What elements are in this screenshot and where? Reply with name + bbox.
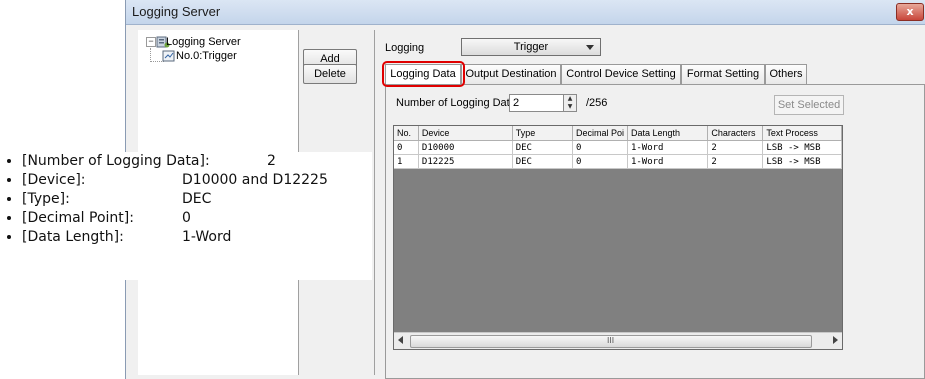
col-header-characters[interactable]: Characters xyxy=(707,126,764,141)
close-button[interactable]: x xyxy=(896,3,924,21)
grid-table: No. Device Type Decimal Poi Data Length … xyxy=(394,126,842,169)
col-header-type[interactable]: Type xyxy=(512,126,573,141)
annotation-notes: [Number of Logging Data]: 2 [Device]: D1… xyxy=(0,152,372,280)
tab-others[interactable]: Others xyxy=(765,64,807,84)
cell-data-length[interactable]: 1-Word xyxy=(627,140,709,155)
cell-decimal-point[interactable]: 0 xyxy=(572,140,628,155)
tree-label-logging-server: Logging Server xyxy=(166,36,241,48)
stepper-up-icon[interactable]: ▲ xyxy=(564,95,576,103)
chevron-down-icon xyxy=(586,45,594,50)
divider xyxy=(374,30,375,375)
tab-highlight-annotation xyxy=(382,61,465,87)
cell-text-process[interactable]: LSB -> MSB xyxy=(762,140,842,155)
col-header-device[interactable]: Device xyxy=(418,126,513,141)
cell-type[interactable]: DEC xyxy=(512,140,573,155)
list-item: [Data Length]: 1-Word xyxy=(22,228,372,247)
cell-decimal-point[interactable]: 0 xyxy=(572,154,628,169)
col-header-data-length[interactable]: Data Length xyxy=(627,126,709,141)
count-stepper[interactable]: ▲ ▼ xyxy=(563,94,577,112)
note-value: D10000 and D12225 xyxy=(182,172,328,188)
tree-connector xyxy=(150,48,151,62)
note-value: 1-Word xyxy=(182,229,232,245)
count-max: /256 xyxy=(586,97,608,109)
logging-item-icon xyxy=(162,50,175,62)
col-header-text-process[interactable]: Text Process xyxy=(762,126,842,141)
tab-format-setting[interactable]: Format Setting xyxy=(681,64,765,84)
delete-button[interactable]: Delete xyxy=(303,64,357,84)
list-item: [Type]: DEC xyxy=(22,190,372,209)
list-item: [Decimal Point]: 0 xyxy=(22,209,372,228)
settings-bullet-list: [Number of Logging Data]: 2 [Device]: D1… xyxy=(0,152,372,247)
logging-mode-select[interactable]: Trigger xyxy=(461,38,601,56)
col-header-no[interactable]: No. xyxy=(394,126,419,141)
count-label: Number of Logging Data xyxy=(396,97,516,109)
note-value: 0 xyxy=(182,210,191,226)
note-value: 2 xyxy=(267,153,276,169)
logging-count-input[interactable]: 2 xyxy=(509,94,564,112)
tab-control-device-setting[interactable]: Control Device Setting xyxy=(561,64,681,84)
cell-no[interactable]: 0 xyxy=(394,140,419,155)
note-key: [Type]: xyxy=(22,191,70,207)
cell-characters[interactable]: 2 xyxy=(707,140,764,155)
cell-no[interactable]: 1 xyxy=(394,154,419,169)
note-key: [Decimal Point]: xyxy=(22,210,134,226)
window-title: Logging Server xyxy=(132,4,221,19)
collapse-icon[interactable]: − xyxy=(146,37,156,47)
cell-type[interactable]: DEC xyxy=(512,154,573,169)
cell-device[interactable]: D10000 xyxy=(418,140,513,155)
scroll-thumb[interactable]: III xyxy=(410,335,812,348)
logging-mode-value: Trigger xyxy=(513,41,549,53)
set-selected-button[interactable]: Set Selected xyxy=(774,95,844,115)
table-row[interactable]: 1 D12225 DEC 0 1-Word 2 LSB -> MSB xyxy=(394,154,842,169)
grid-header-row: No. Device Type Decimal Poi Data Length … xyxy=(394,126,842,141)
scroll-grip: III xyxy=(607,336,615,345)
logging-data-grid[interactable]: No. Device Type Decimal Poi Data Length … xyxy=(393,125,843,350)
note-value: DEC xyxy=(182,191,212,207)
stepper-down-icon[interactable]: ▼ xyxy=(564,103,576,111)
col-header-decimal-point[interactable]: Decimal Poi xyxy=(572,126,628,141)
logging-label: Logging xyxy=(385,42,425,54)
title-bar: Logging Server x xyxy=(126,0,925,25)
note-key: [Number of Logging Data]: xyxy=(22,153,210,169)
scroll-left-icon[interactable] xyxy=(398,336,403,344)
cell-device[interactable]: D12225 xyxy=(418,154,513,169)
list-item: [Number of Logging Data]: 2 xyxy=(22,152,372,171)
cell-text-process[interactable]: LSB -> MSB xyxy=(762,154,842,169)
horizontal-scrollbar[interactable]: III xyxy=(394,332,842,349)
cell-data-length[interactable]: 1-Word xyxy=(627,154,709,169)
cell-characters[interactable]: 2 xyxy=(707,154,764,169)
note-key: [Data Length]: xyxy=(22,229,124,245)
table-row[interactable]: 0 D10000 DEC 0 1-Word 2 LSB -> MSB xyxy=(394,140,842,155)
note-key: [Device]: xyxy=(22,172,86,188)
tree-label-trigger: No.0:Trigger xyxy=(176,50,237,62)
tab-output-destination[interactable]: Output Destination xyxy=(461,64,561,84)
list-item: [Device]: D10000 and D12225 xyxy=(22,171,372,190)
scroll-right-icon[interactable] xyxy=(833,336,838,344)
